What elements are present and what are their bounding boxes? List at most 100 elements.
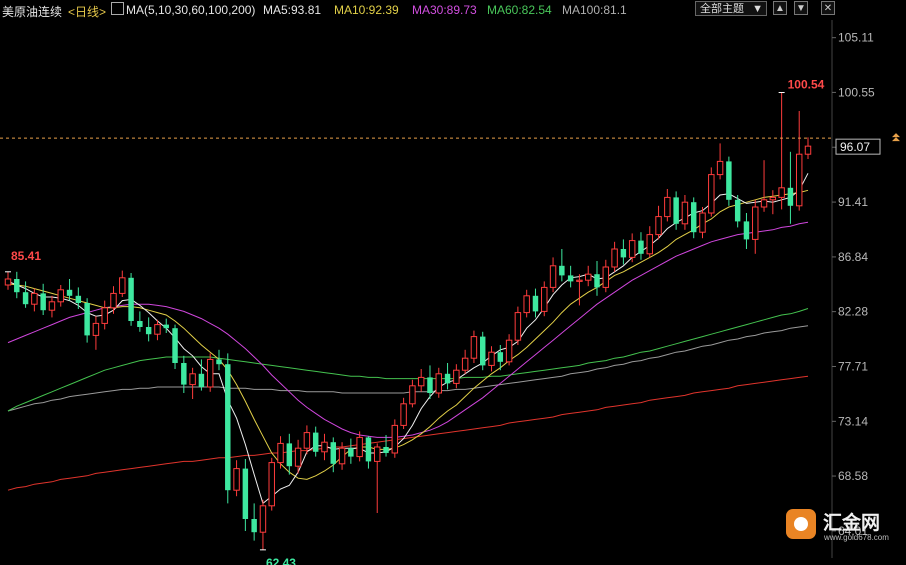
candle-body[interactable] — [594, 274, 600, 288]
candle-body[interactable] — [268, 462, 275, 507]
candle-body[interactable] — [523, 295, 530, 314]
candle-body[interactable] — [638, 240, 644, 254]
candle-body[interactable] — [4, 278, 12, 286]
candle-body[interactable] — [787, 187, 794, 206]
candlestick-chart[interactable]: 105.11100.5595.9891.4186.8482.2877.7173.… — [0, 0, 906, 565]
candle-body[interactable] — [611, 248, 618, 268]
candle-body[interactable] — [110, 292, 117, 309]
candle-body[interactable] — [383, 447, 389, 453]
ma-params[interactable]: MA(5,10,30,60,100,200) — [126, 3, 255, 17]
candle-body[interactable] — [690, 202, 697, 233]
candle-body[interactable] — [14, 279, 20, 293]
candle-body[interactable] — [532, 295, 539, 312]
candle-body[interactable] — [497, 352, 504, 362]
candle-body[interactable] — [277, 442, 284, 464]
candle-body[interactable] — [549, 265, 557, 288]
candle-body[interactable] — [461, 357, 469, 371]
close-button[interactable]: ✕ — [821, 1, 835, 15]
candle-body[interactable] — [488, 351, 495, 366]
candle-body[interactable] — [163, 324, 169, 329]
candle-body[interactable] — [778, 187, 785, 198]
candle-body[interactable] — [145, 327, 152, 335]
candle-body[interactable] — [427, 377, 433, 393]
candle-body[interactable] — [40, 293, 46, 311]
candle-body[interactable] — [646, 234, 653, 255]
candle-body[interactable] — [338, 447, 346, 465]
candle-body[interactable] — [435, 373, 442, 394]
candle-body[interactable] — [374, 446, 381, 462]
candle-body[interactable] — [400, 403, 407, 426]
candle-body[interactable] — [101, 307, 108, 324]
candle-body[interactable] — [726, 161, 732, 200]
candle-body[interactable] — [391, 424, 399, 454]
candle-body[interactable] — [198, 373, 205, 387]
candle-body[interactable] — [206, 358, 214, 388]
candle-body[interactable] — [181, 363, 187, 385]
candle-body[interactable] — [154, 324, 161, 335]
candle-body[interactable] — [541, 286, 548, 312]
candle-body[interactable] — [681, 201, 689, 225]
candle-body[interactable] — [752, 206, 759, 240]
candle-body[interactable] — [699, 212, 706, 233]
candle-body[interactable] — [480, 336, 486, 366]
candle-body[interactable] — [444, 373, 451, 384]
period-label[interactable]: <日线> — [68, 3, 106, 20]
candle-body[interactable] — [172, 328, 178, 363]
candle-body[interactable] — [409, 385, 416, 405]
candle-body[interactable] — [602, 266, 610, 288]
candle-body[interactable] — [365, 437, 372, 462]
scroll-down-button[interactable]: ▼ — [794, 1, 808, 15]
candle-body[interactable] — [576, 279, 583, 282]
ma-settings-icon[interactable] — [111, 2, 124, 15]
candle-body[interactable] — [769, 196, 777, 201]
candle-body[interactable] — [628, 240, 636, 258]
candle-body[interactable] — [708, 174, 715, 214]
candle-body[interactable] — [84, 303, 90, 336]
candle-body[interactable] — [620, 249, 627, 258]
candle-body[interactable] — [734, 199, 741, 222]
candle-body[interactable] — [128, 277, 134, 321]
candle-body[interactable] — [251, 519, 257, 533]
candle-body[interactable] — [242, 468, 249, 519]
candle-body[interactable] — [216, 359, 222, 365]
candle-body[interactable] — [312, 432, 319, 452]
candle-body[interactable] — [22, 292, 29, 305]
candle-body[interactable] — [48, 301, 56, 311]
candle-body[interactable] — [760, 199, 768, 208]
candle-body[interactable] — [225, 364, 231, 491]
candle-body[interactable] — [584, 273, 592, 281]
candle-body[interactable] — [470, 336, 478, 359]
candle-body[interactable] — [356, 436, 363, 458]
candle-body[interactable] — [348, 448, 354, 457]
theme-dropdown[interactable]: 全部主题 ▼ — [695, 1, 767, 16]
candle-body[interactable] — [189, 373, 196, 386]
candle-body[interactable] — [66, 289, 73, 296]
candle-body[interactable] — [559, 265, 565, 276]
candle-body[interactable] — [259, 505, 267, 533]
candle-body[interactable] — [31, 292, 38, 305]
scroll-up-button[interactable]: ▲ — [773, 1, 787, 15]
candle-body[interactable] — [655, 216, 662, 236]
candle-body[interactable] — [119, 277, 126, 294]
candle-body[interactable] — [303, 432, 311, 449]
candle-body[interactable] — [673, 197, 679, 224]
candle-body[interactable] — [137, 321, 143, 327]
candle-body[interactable] — [330, 442, 336, 464]
candle-body[interactable] — [514, 312, 522, 341]
candle-body[interactable] — [664, 196, 671, 218]
candle-body[interactable] — [567, 275, 574, 282]
candle-body[interactable] — [743, 221, 750, 240]
candle-body[interactable] — [75, 295, 82, 303]
candle-body[interactable] — [417, 376, 425, 387]
candle-body[interactable] — [453, 369, 460, 384]
candle-body[interactable] — [92, 322, 100, 336]
candle-body[interactable] — [286, 443, 293, 467]
candle-body[interactable] — [233, 468, 240, 491]
candle-body[interactable] — [505, 339, 513, 363]
candle-body[interactable] — [716, 160, 724, 176]
candle-body[interactable] — [795, 153, 803, 207]
candle-body[interactable] — [294, 447, 302, 467]
candle-body[interactable] — [804, 145, 812, 155]
candle-body[interactable] — [57, 289, 64, 303]
candle-body[interactable] — [321, 441, 328, 453]
